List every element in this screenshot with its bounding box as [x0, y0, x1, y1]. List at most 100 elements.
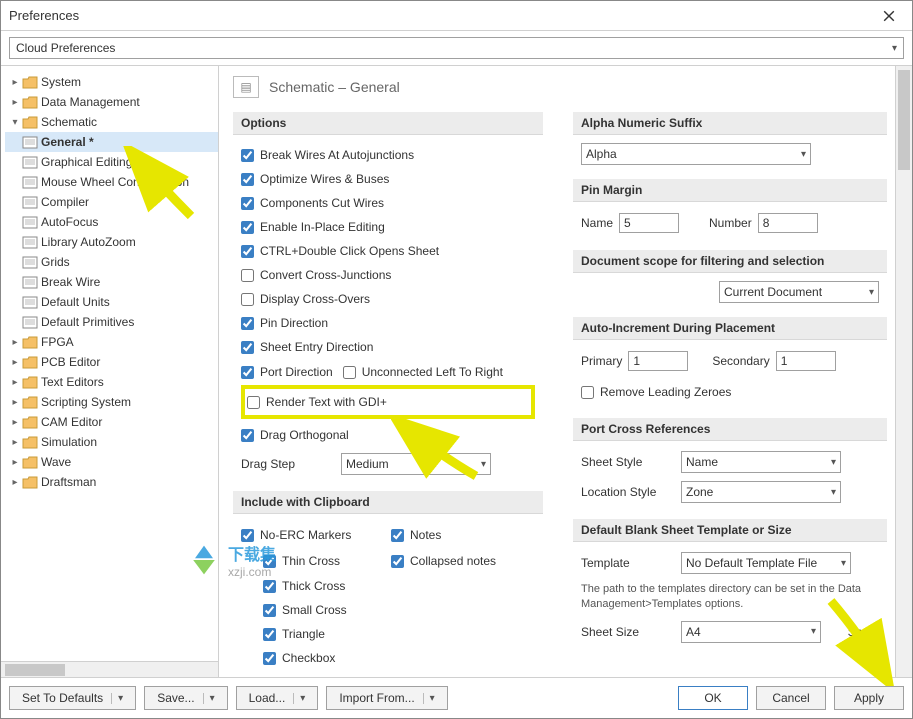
chevron-right-icon: ▸ [9, 376, 21, 388]
chevron-down-icon: ▾ [111, 693, 123, 704]
primary-label: Primary [581, 354, 622, 368]
chk-port-direction[interactable]: Port Direction [241, 360, 333, 384]
tree-item-scripting-system[interactable]: ▸Scripting System [5, 392, 218, 412]
folder-icon [21, 395, 39, 409]
chk-remove-leading-zeroes[interactable]: Remove Leading Zeroes [581, 380, 879, 404]
chk-sheet-entry-direction[interactable]: Sheet Entry Direction [241, 335, 535, 359]
chk-triangle[interactable]: Triangle [241, 622, 535, 646]
primary-input[interactable]: 1 [628, 351, 688, 371]
highlight-render-gdi: Render Text with GDI+ [241, 385, 535, 419]
chk-notes[interactable]: Notes [391, 523, 441, 547]
cancel-button[interactable]: Cancel [756, 686, 826, 710]
sheet-size-label: Sheet Size [581, 625, 671, 639]
set-defaults-button[interactable]: Set To Defaults▾ [9, 686, 136, 710]
suffix-select[interactable]: Alpha▾ [581, 143, 811, 165]
chk-drag-orthogonal[interactable]: Drag Orthogonal [241, 423, 535, 447]
tree-item-graphical-editing[interactable]: Graphical Editing [5, 152, 218, 172]
chk-pin-direction[interactable]: Pin Direction [241, 311, 535, 335]
import-from-button[interactable]: Import From...▾ [326, 686, 447, 710]
chk-break-wires-at-autojunctions[interactable]: Break Wires At Autojunctions [241, 143, 535, 167]
tree-item-default-units[interactable]: Default Units [5, 292, 218, 312]
tree-item-label: FPGA [41, 335, 74, 349]
tree-item-pcb-editor[interactable]: ▸PCB Editor [5, 352, 218, 372]
tree-item-label: Default Units [41, 295, 110, 309]
tree-item-wave[interactable]: ▸Wave [5, 452, 218, 472]
tree-item-break-wire[interactable]: Break Wire [5, 272, 218, 292]
tree-item-autofocus[interactable]: AutoFocus [5, 212, 218, 232]
tree-item-data-management[interactable]: ▸Data Management [5, 92, 218, 112]
tree-item-grids[interactable]: Grids [5, 252, 218, 272]
pin-name-input[interactable]: 5 [619, 213, 679, 233]
chk-small-cross[interactable]: Small Cross [241, 598, 535, 622]
clipboard-title: Include with Clipboard [233, 491, 543, 514]
location-style-select[interactable]: Zone▾ [681, 481, 841, 503]
tree-item-cam-editor[interactable]: ▸CAM Editor [5, 412, 218, 432]
chevron-down-icon: ▾ [9, 116, 21, 128]
chevron-down-icon: ▾ [841, 558, 846, 569]
vertical-scrollbar[interactable] [895, 66, 912, 677]
tree-item-draftsman[interactable]: ▸Draftsman [5, 472, 218, 492]
ok-button[interactable]: OK [678, 686, 748, 710]
chk-thick-cross[interactable]: Thick Cross [241, 574, 535, 598]
chk-checkbox[interactable]: Checkbox [241, 646, 535, 670]
folder-icon [21, 95, 39, 109]
pin-margin-group: Pin Margin Name5 Number8 [573, 179, 887, 236]
tree-item-simulation[interactable]: ▸Simulation [5, 432, 218, 452]
schematic-page-icon: ▤ [233, 76, 259, 98]
template-hint: The path to the templates directory can … [581, 582, 879, 613]
tree-item-text-editors[interactable]: ▸Text Editors [5, 372, 218, 392]
tree-item-label: Draftsman [41, 475, 96, 489]
chk-ctrl-double-click-opens-sheet[interactable]: CTRL+Double Click Opens Sheet [241, 239, 535, 263]
chk-unconnected-lr[interactable]: Unconnected Left To Right [343, 360, 503, 384]
doc-scope-select[interactable]: Current Document▾ [719, 281, 879, 303]
doc-scope-title: Document scope for filtering and selecti… [573, 250, 887, 273]
scrollbar-thumb[interactable] [5, 664, 65, 676]
chk-display-cross-overs[interactable]: Display Cross-Overs [241, 287, 535, 311]
nav-tree[interactable]: ▸System▸Data Management▾SchematicGeneral… [1, 66, 218, 661]
scrollbar-thumb[interactable] [898, 70, 910, 170]
tree-item-fpga[interactable]: ▸FPGA [5, 332, 218, 352]
drag-step-select[interactable]: Medium▾ [341, 453, 491, 475]
save-button[interactable]: Save...▾ [144, 686, 227, 710]
sheet-style-label: Sheet Style [581, 455, 671, 469]
sheet-size-select[interactable]: A4▾ [681, 621, 821, 643]
chevron-down-icon: ▾ [831, 487, 836, 498]
nav-tree-panel: ▸System▸Data Management▾SchematicGeneral… [1, 66, 219, 677]
folder-icon [21, 335, 39, 349]
tree-item-default-primitives[interactable]: Default Primitives [5, 312, 218, 332]
bottom-bar: Set To Defaults▾ Save...▾ Load...▾ Impor… [1, 677, 912, 718]
template-select[interactable]: No Default Template File▾ [681, 552, 851, 574]
tree-item-label: Graphical Editing [41, 155, 132, 169]
chevron-down-icon: ▾ [203, 693, 215, 704]
horizontal-scrollbar[interactable] [1, 661, 218, 677]
load-button[interactable]: Load...▾ [236, 686, 319, 710]
chk-enable-in-place-editing[interactable]: Enable In-Place Editing [241, 215, 535, 239]
apply-button[interactable]: Apply [834, 686, 904, 710]
sheet-style-select[interactable]: Name▾ [681, 451, 841, 473]
chevron-down-icon: ▾ [892, 43, 897, 54]
chk-no-erc[interactable]: No-ERC Markers [241, 523, 381, 547]
chk-collapsed-notes[interactable]: Collapsed notes [391, 549, 496, 573]
tree-item-system[interactable]: ▸System [5, 72, 218, 92]
page-icon [21, 275, 39, 289]
chk-optimize-wires-buses[interactable]: Optimize Wires & Buses [241, 167, 535, 191]
chk-render-gdi[interactable]: Render Text with GDI+ [247, 390, 529, 414]
chk-thin-cross[interactable]: Thin Cross [241, 549, 381, 573]
secondary-input[interactable]: 1 [776, 351, 836, 371]
tree-item-label: System [41, 75, 81, 89]
preferences-scope-combo[interactable]: Cloud Preferences ▾ [9, 37, 904, 59]
close-button[interactable] [874, 1, 904, 31]
chk-convert-cross-junctions[interactable]: Convert Cross-Junctions [241, 263, 535, 287]
pin-number-input[interactable]: 8 [758, 213, 818, 233]
tree-item-general[interactable]: General * [5, 132, 218, 152]
tree-item-compiler[interactable]: Compiler [5, 192, 218, 212]
tree-item-library-autozoom[interactable]: Library AutoZoom [5, 232, 218, 252]
tree-item-mouse-wheel-configuration[interactable]: Mouse Wheel Configuration [5, 172, 218, 192]
tree-item-schematic[interactable]: ▾Schematic [5, 112, 218, 132]
window-title: Preferences [9, 8, 79, 23]
chk-components-cut-wires[interactable]: Components Cut Wires [241, 191, 535, 215]
page-title: Schematic – General [269, 79, 400, 95]
tree-item-label: Compiler [41, 195, 89, 209]
page-icon [21, 135, 39, 149]
folder-icon [21, 115, 39, 129]
